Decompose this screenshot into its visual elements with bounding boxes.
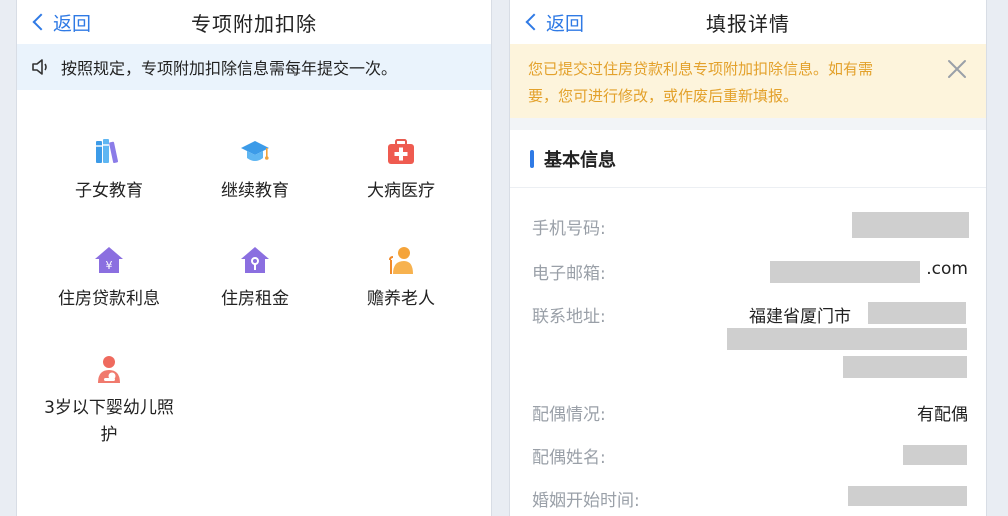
category-label: 3岁以下婴幼儿照 护 (44, 398, 174, 445)
svg-text:¥: ¥ (106, 259, 113, 272)
category-label: 大病医疗 (367, 181, 435, 201)
redacted-value (868, 302, 966, 324)
category-infant-care[interactable]: 3岁以下婴幼儿照 护 (34, 353, 184, 449)
graduation-cap-icon (241, 141, 269, 161)
redacted-value (727, 328, 967, 350)
section-accent-bar (530, 149, 534, 168)
category-child-education[interactable]: 子女教育 (34, 136, 184, 205)
category-label: 住房租金 (221, 289, 289, 309)
close-icon[interactable] (946, 58, 968, 80)
category-elderly-support[interactable]: 赡养老人 (326, 244, 476, 313)
back-label: 返回 (53, 12, 92, 35)
elder-icon (389, 247, 413, 274)
category-label: 住房贷款利息 (58, 289, 160, 309)
mother-baby-icon (98, 356, 120, 383)
medical-kit-icon (388, 139, 414, 164)
field-label: 联系地址: (532, 307, 606, 327)
deduction-categories-screen: 返回 专项附加扣除 按照规定，专项附加扣除信息需每年提交一次。 子女教育 继续教… (16, 0, 492, 516)
notice-bar: 按照规定，专项附加扣除信息需每年提交一次。 (17, 44, 491, 90)
category-label: 子女教育 (75, 181, 143, 201)
redacted-value (848, 486, 967, 506)
section-title: 基本信息 (544, 149, 616, 171)
back-button[interactable]: 返回 (31, 0, 91, 44)
category-label: 赡养老人 (367, 289, 435, 309)
field-label: 配偶姓名: (532, 448, 606, 468)
field-value: 有配偶 (917, 405, 968, 425)
field-label: 配偶情况: (532, 405, 606, 425)
section-header: 基本信息 (510, 130, 986, 188)
left-gutter (0, 0, 16, 516)
filing-detail-screen: 返回 填报详情 您已提交过住房贷款利息专项附加扣除信息。如有需 要，您可进行修改… (509, 0, 987, 516)
section-separator (510, 118, 986, 130)
page-title: 填报详情 (706, 11, 790, 36)
books-icon (96, 139, 119, 163)
redacted-value (852, 212, 969, 238)
email-suffix: .com (926, 259, 968, 279)
redacted-value (903, 445, 967, 465)
redacted-value (843, 356, 967, 378)
address-value: 福建省厦门市 (749, 307, 851, 327)
category-housing-loan-interest[interactable]: ¥ 住房贷款利息 (34, 244, 184, 313)
warning-text-line2: 要，您可进行修改，或作废后重新填报。 (528, 87, 799, 105)
category-serious-illness[interactable]: 大病医疗 (326, 136, 476, 205)
category-housing-rent[interactable]: 住房租金 (180, 244, 330, 313)
notice-text: 按照规定，专项附加扣除信息需每年提交一次。 (61, 59, 398, 78)
nav-bar: 返回 填报详情 (510, 0, 986, 44)
category-continuing-education[interactable]: 继续教育 (180, 136, 330, 205)
page-title: 专项附加扣除 (191, 11, 317, 36)
house-key-icon (241, 247, 269, 273)
chevron-left-icon (525, 13, 543, 31)
category-label: 继续教育 (221, 181, 289, 201)
back-label: 返回 (546, 12, 585, 35)
back-button[interactable]: 返回 (524, 0, 584, 44)
warning-text-line1: 您已提交过住房贷款利息专项附加扣除信息。如有需 (528, 60, 874, 78)
chevron-left-icon (32, 13, 50, 31)
nav-bar: 返回 专项附加扣除 (17, 0, 491, 44)
house-yen-icon: ¥ (95, 247, 123, 273)
field-label: 电子邮箱: (532, 264, 606, 284)
field-label: 手机号码: (532, 219, 606, 239)
speaker-icon (32, 59, 47, 75)
warning-banner: 您已提交过住房贷款利息专项附加扣除信息。如有需 要，您可进行修改，或作废后重新填… (510, 44, 986, 118)
field-label: 婚姻开始时间: (532, 491, 640, 511)
redacted-value (770, 261, 920, 283)
